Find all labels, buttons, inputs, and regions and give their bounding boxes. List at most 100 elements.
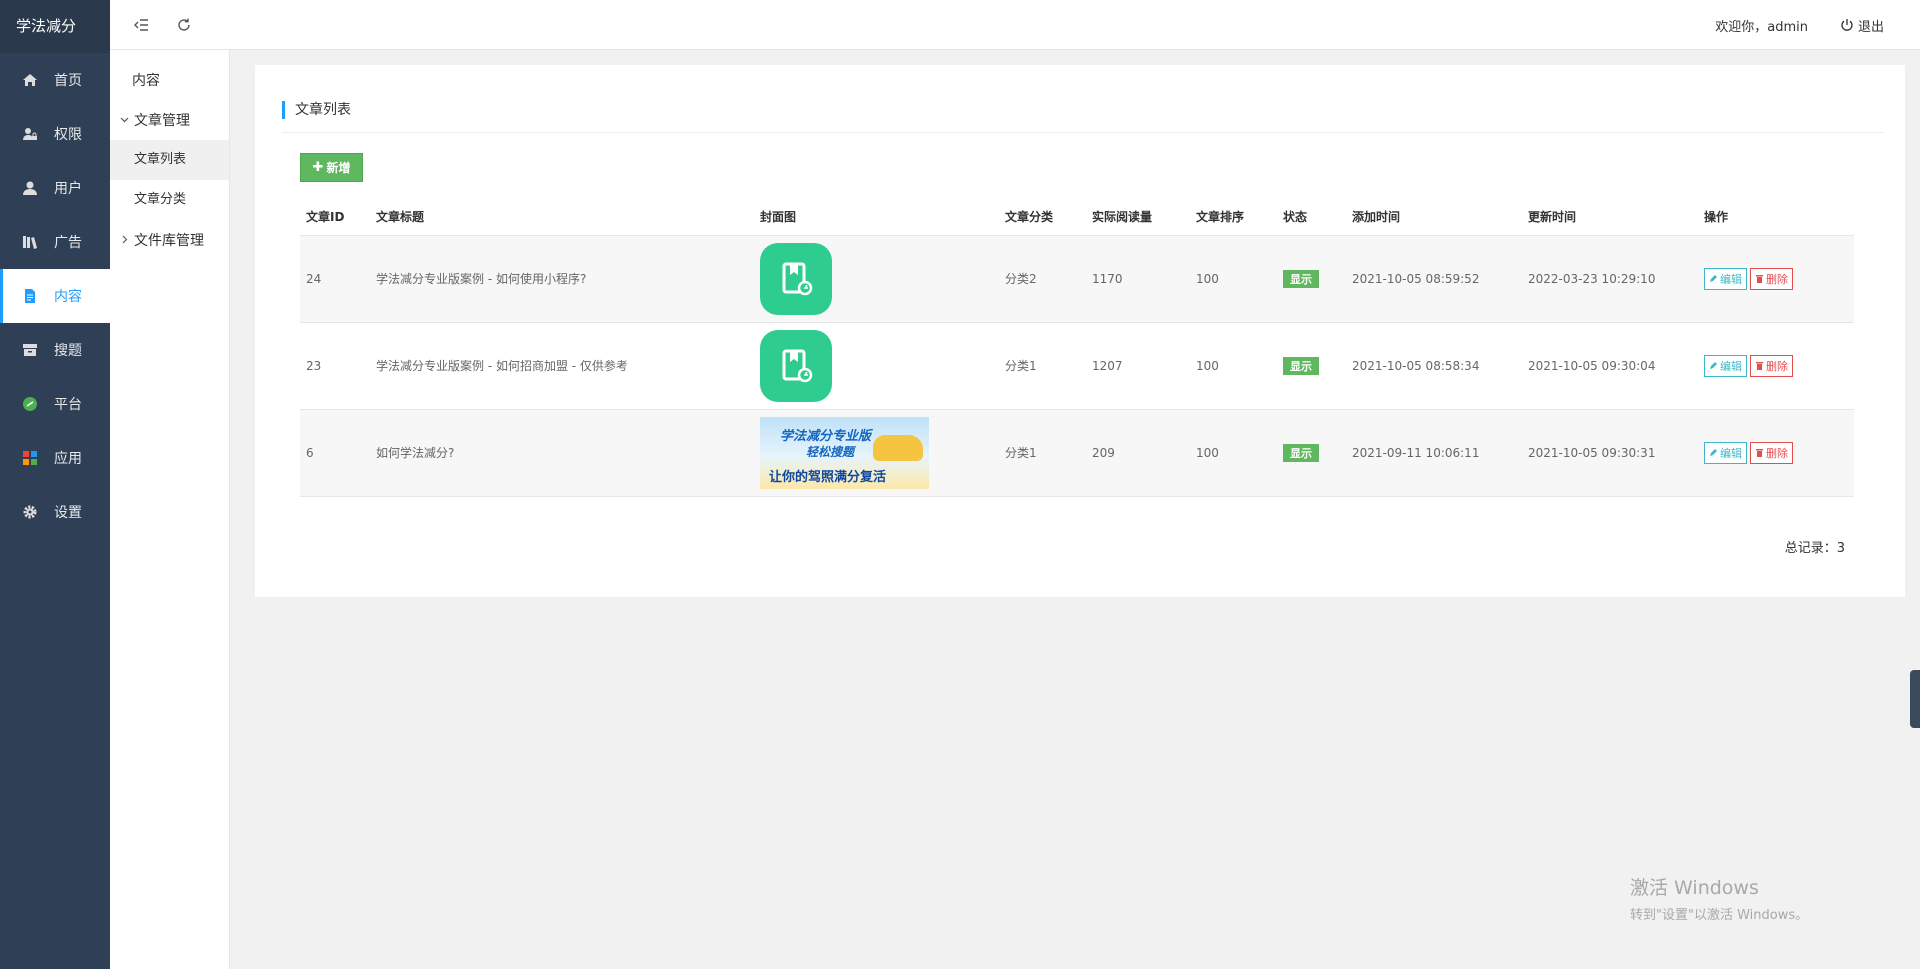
nav-item-5[interactable]: 搜题 [0, 323, 110, 377]
edit-button[interactable]: 编辑 [1704, 354, 1747, 377]
nav-item-8[interactable]: 设置 [0, 485, 110, 539]
updated-time: 2021-10-05 09:30:04 [1522, 322, 1698, 410]
cover-banner-image: 学法减分专业版 轻松搜题让你的驾照满分复活 [760, 416, 929, 489]
car-illustration [873, 434, 923, 461]
banner-text: 轻松搜题 [806, 444, 855, 459]
cover-cell [754, 322, 999, 410]
nav-item-label: 首页 [54, 73, 82, 89]
collapse-menu-icon[interactable] [132, 15, 152, 35]
gear-icon [21, 503, 39, 521]
edit-label: 编辑 [1720, 272, 1742, 286]
updated-time: 2022-03-23 10:29:10 [1522, 235, 1698, 323]
apps-icon [21, 449, 39, 467]
nav-item-label: 设置 [54, 505, 82, 521]
trash-icon [1756, 275, 1763, 283]
status-cell: 显示 [1277, 235, 1346, 323]
total-records: 总记录：3 [1784, 541, 1845, 556]
sort-order: 100 [1190, 235, 1277, 323]
logout-button[interactable]: 退出 [1840, 16, 1884, 35]
brand-title: 学法减分 [0, 0, 110, 53]
delete-label: 删除 [1766, 446, 1788, 460]
added-time: 2021-10-05 08:59:52 [1346, 235, 1522, 323]
refresh-icon[interactable] [174, 15, 194, 35]
chevron-down-icon [120, 114, 132, 127]
delete-button[interactable]: 删除 [1750, 354, 1793, 377]
edit-button[interactable]: 编辑 [1704, 267, 1747, 290]
nav-item-6[interactable]: 平台 [0, 377, 110, 431]
nav-item-0[interactable]: 首页 [0, 53, 110, 107]
table-header-row: 文章ID 文章标题 封面图 文章分类 实际阅读量 文章排序 状态 添加时间 更新时间 操作 [300, 199, 1854, 236]
article-table: 文章ID 文章标题 封面图 文章分类 实际阅读量 文章排序 状态 添加时间 更新时间 操作 24 学… [300, 199, 1854, 497]
column-header: 文章ID [300, 199, 370, 236]
archive-icon [21, 341, 39, 359]
sub-item-0-1[interactable]: 文章分类 [110, 180, 229, 220]
nav-item-7[interactable]: 应用 [0, 431, 110, 485]
table-row: 6 如何学法减分? 学法减分专业版 轻松搜题 让你的驾照满分复活 分类1 209 100 显示 2… [300, 409, 1854, 497]
status-cell: 显示 [1277, 409, 1346, 497]
books-icon [21, 233, 39, 251]
sub-item-0-0[interactable]: 文章列表 [110, 140, 229, 180]
welcome-text: 欢迎你，admin [1715, 19, 1808, 35]
nav-item-label: 广告 [54, 235, 82, 251]
nav-item-1[interactable]: 权限 [0, 107, 110, 161]
read-count: 209 [1086, 409, 1190, 497]
home-icon [21, 71, 39, 89]
table-body: 24 学法减分专业版案例 - 如何使用小程序? 分类2 1170 100 显示 2021-1… [300, 235, 1854, 497]
trash-icon [1756, 362, 1763, 370]
watermark-line1: 激活 Windows [1630, 877, 1759, 899]
nav-item-label: 内容 [54, 289, 82, 305]
sub-group-1[interactable]: 文件库管理 [110, 220, 229, 260]
nav-item-label: 用户 [54, 181, 82, 197]
main-nav: 首页权限用户广告内容搜题平台应用设置 [0, 53, 110, 539]
column-header: 文章分类 [999, 199, 1086, 236]
sort-order: 100 [1190, 409, 1277, 497]
article-title: 如何学法减分? [370, 409, 754, 497]
added-time: 2021-09-11 10:06:11 [1346, 409, 1522, 497]
logout-label: 退出 [1857, 19, 1884, 35]
edit-button[interactable]: 编辑 [1704, 441, 1747, 464]
status-badge: 显示 [1283, 269, 1319, 288]
card-title: 文章列表 [282, 101, 351, 119]
nav-item-3[interactable]: 广告 [0, 215, 110, 269]
read-count: 1207 [1086, 322, 1190, 410]
watermark-line2: 转到"设置"以激活 Windows。 [1630, 908, 1809, 923]
article-id: 24 [300, 235, 370, 323]
pencil-icon [1710, 362, 1717, 369]
sub-sidebar-title: 内容 [132, 73, 160, 89]
delete-label: 删除 [1766, 272, 1788, 286]
column-header: 操作 [1698, 199, 1854, 236]
add-article-button[interactable]: ✚ 新增 [300, 153, 363, 182]
article-category: 分类2 [999, 235, 1086, 323]
article-title: 学法减分专业版案例 - 如何使用小程序? [370, 235, 754, 323]
nav-item-4[interactable]: 内容 [0, 269, 110, 323]
chevron-right-icon [120, 234, 132, 247]
side-drawer-handle[interactable] [1910, 670, 1920, 728]
windows-activation-watermark: 激活 Windows 转到"设置"以激活 Windows。 [1630, 873, 1808, 923]
article-category: 分类1 [999, 322, 1086, 410]
banner-text: 学法减分专业版 [780, 428, 872, 444]
article-category: 分类1 [999, 409, 1086, 497]
column-header: 封面图 [754, 199, 999, 236]
added-time: 2021-10-05 08:58:34 [1346, 322, 1522, 410]
delete-button[interactable]: 删除 [1750, 441, 1793, 464]
actions-cell: 编辑 删除 [1698, 322, 1854, 410]
status-badge: 显示 [1283, 443, 1319, 462]
nav-item-2[interactable]: 用户 [0, 161, 110, 215]
read-count: 1170 [1086, 235, 1190, 323]
add-button-label: 新增 [326, 161, 351, 175]
nav-item-label: 平台 [54, 397, 82, 413]
pencil-icon [1710, 275, 1717, 282]
banner-text: 让你的驾照满分复活 [769, 469, 887, 485]
top-header: 欢迎你，admin 退出 [110, 0, 1920, 50]
document-icon [21, 287, 39, 305]
sub-group-0[interactable]: 文章管理 [110, 100, 229, 140]
column-header: 实际阅读量 [1086, 199, 1190, 236]
cover-app-icon [760, 329, 832, 402]
sort-order: 100 [1190, 322, 1277, 410]
article-id: 23 [300, 322, 370, 410]
main-sidebar: 学法减分 首页权限用户广告内容搜题平台应用设置 [0, 0, 110, 969]
delete-button[interactable]: 删除 [1750, 267, 1793, 290]
status-cell: 显示 [1277, 322, 1346, 410]
status-badge: 显示 [1283, 356, 1319, 375]
trash-icon [1756, 449, 1763, 457]
